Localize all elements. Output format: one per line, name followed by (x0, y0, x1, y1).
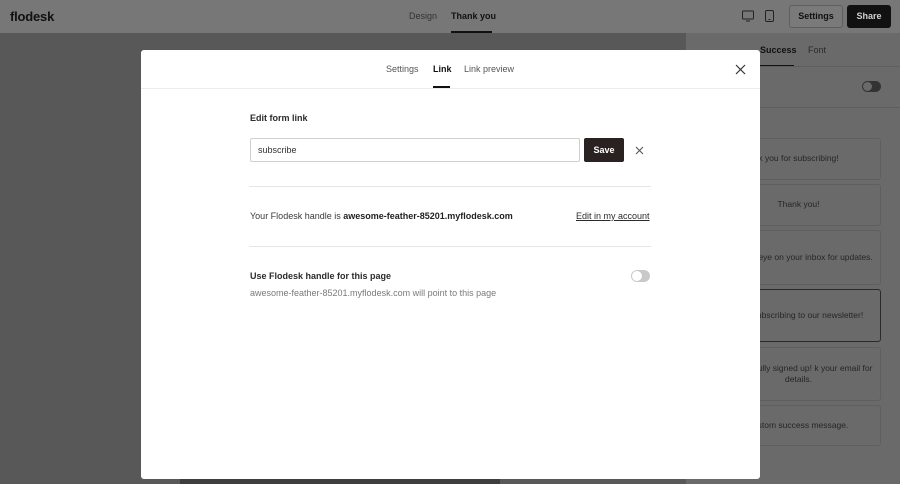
edit-in-account-link[interactable]: Edit in my account (576, 211, 650, 221)
modal-tab-settings[interactable]: Settings (386, 64, 419, 74)
divider (249, 186, 651, 187)
handle-value: awesome-feather-85201.myflodesk.com (343, 211, 513, 221)
tab-thank-you[interactable]: Thank you (451, 11, 496, 21)
tab-design[interactable]: Design (409, 11, 437, 21)
use-handle-label: Use Flodesk handle for this page (250, 271, 392, 281)
top-bar: flodesk Design Thank you Settings Share (0, 0, 900, 33)
share-button[interactable]: Share (847, 5, 891, 28)
tab-success[interactable]: Success (760, 45, 797, 55)
settings-button[interactable]: Settings (789, 5, 843, 28)
modal-tab-bar: Settings Link Link preview (141, 50, 760, 89)
tab-font[interactable]: Font (808, 45, 826, 55)
divider (249, 246, 651, 247)
clear-icon[interactable] (635, 146, 644, 155)
use-handle-description: awesome-feather-85201.myflodesk.com will… (250, 288, 497, 298)
handle-prefix: Your Flodesk handle is (250, 211, 344, 221)
flodesk-handle-text: Your Flodesk handle is awesome-feather-8… (250, 211, 513, 221)
modal-tab-underline (433, 86, 450, 88)
link-settings-modal: Settings Link Link preview Edit form lin… (141, 50, 760, 479)
desktop-icon[interactable] (742, 10, 754, 22)
save-button[interactable]: Save (584, 138, 624, 162)
edit-form-link-label: Edit form link (250, 113, 308, 123)
modal-tab-link-preview[interactable]: Link preview (464, 64, 514, 74)
mobile-icon[interactable] (765, 10, 774, 22)
modal-tab-link[interactable]: Link (433, 64, 452, 74)
use-handle-toggle[interactable] (631, 270, 650, 282)
flodesk-logo[interactable]: flodesk (10, 9, 54, 24)
form-link-input[interactable] (250, 138, 580, 162)
url-toggle[interactable] (862, 81, 881, 92)
close-icon[interactable] (735, 64, 746, 75)
